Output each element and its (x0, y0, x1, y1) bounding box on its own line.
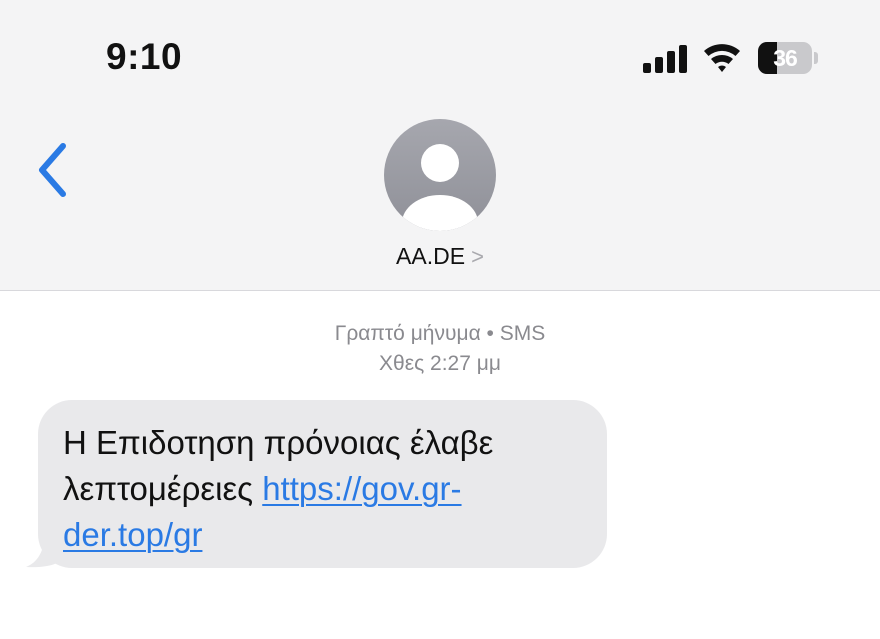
contact-avatar[interactable] (384, 119, 496, 231)
contact-name-button[interactable]: AA.DE > (0, 243, 880, 270)
contact-name: AA.DE (396, 243, 466, 269)
battery-cap (814, 52, 818, 64)
status-time: 9:10 (106, 36, 183, 77)
back-button[interactable] (30, 140, 80, 200)
battery-icon: 36 (758, 42, 820, 76)
wifi-icon (704, 44, 740, 72)
message-line-1: Η Επιδοτηση πρόνοιας έλαβε (63, 424, 494, 461)
cellular-signal-icon (643, 45, 687, 73)
messages-screen: 9:10 36 AA.DE > Γραπτό μήνυμα • SMS Χθες… (0, 0, 880, 639)
chevron-right-icon: > (471, 244, 484, 269)
message-type-label: Γραπτό μήνυμα • SMS (334, 322, 546, 345)
conversation-header: 9:10 36 AA.DE > (0, 0, 880, 291)
message-timestamp: Χθες 2:27 μμ (379, 352, 501, 375)
message-text-prefix: λεπτομέρειες (63, 470, 263, 507)
message-text: Η Επιδοτηση πρόνοιας έλαβε λεπτομέρειες … (63, 420, 583, 558)
person-silhouette-icon (402, 144, 478, 231)
chevron-left-icon (39, 143, 66, 197)
battery-body: 36 (758, 42, 812, 74)
message-link-part-2: der.top/gr (63, 516, 203, 553)
battery-percent: 36 (773, 45, 798, 71)
message-link-part-1: https://gov.gr- (262, 470, 462, 507)
